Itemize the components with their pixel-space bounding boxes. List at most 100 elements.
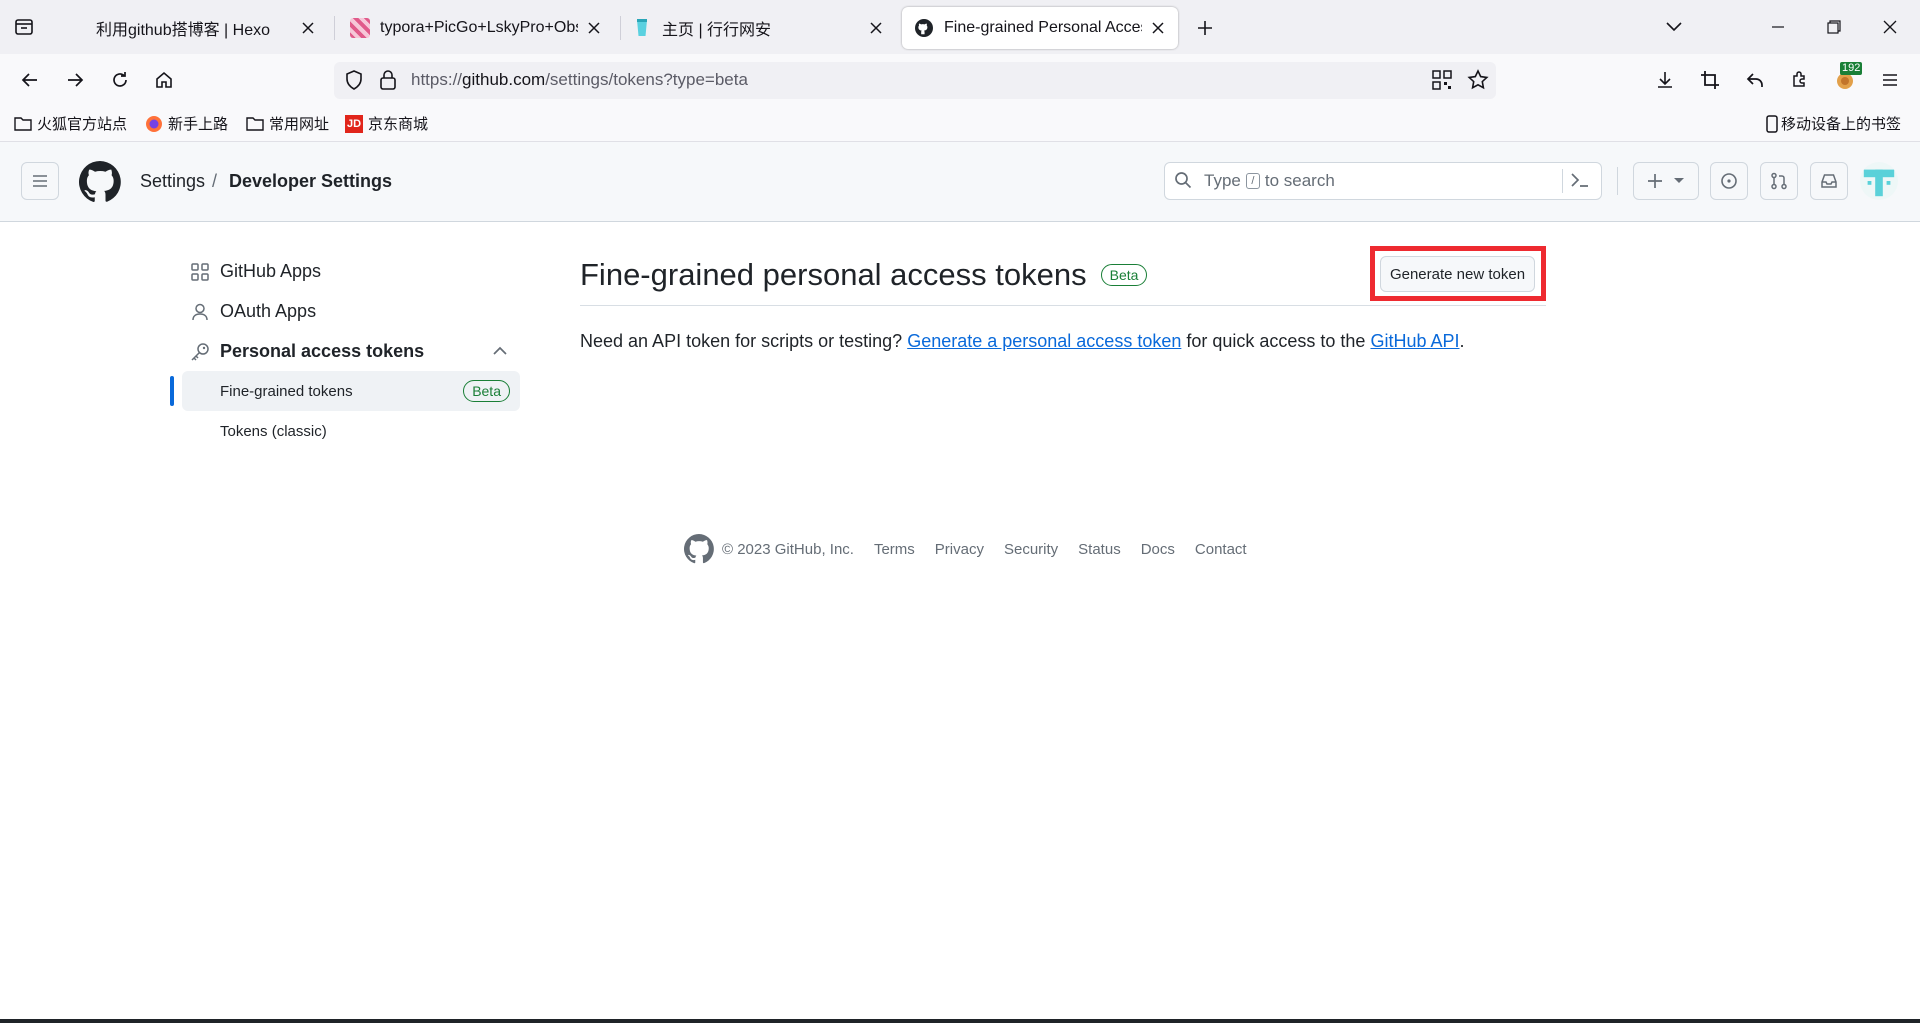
identicon-avatar-icon <box>1863 169 1895 197</box>
apps-grid-icon <box>190 262 210 282</box>
browser-tab-hexo[interactable]: 利用github搭博客 | Hexo <box>54 7 328 49</box>
close-tab-icon[interactable] <box>298 18 318 38</box>
title-divider <box>580 305 1546 306</box>
close-tab-icon[interactable] <box>866 18 886 38</box>
close-icon <box>1883 20 1897 34</box>
typora-favicon-icon <box>350 18 370 38</box>
qr-code-icon[interactable] <box>1431 69 1453 96</box>
highlight-annotation-box <box>1370 246 1546 301</box>
footer: © 2023 GitHub, Inc. Terms Privacy Securi… <box>684 534 1247 564</box>
bookmark-getting-started[interactable]: 新手上路 <box>145 113 228 134</box>
breadcrumb-separator: / <box>212 171 218 191</box>
reload-button[interactable] <box>105 65 135 95</box>
hamburger-menu-icon <box>1883 74 1897 86</box>
extension-badge: 192 <box>1840 62 1863 75</box>
inbox-button[interactable] <box>1810 162 1848 200</box>
firefox-icon <box>145 115 163 133</box>
lock-icon[interactable] <box>378 69 398 96</box>
beta-badge: Beta <box>1100 264 1148 286</box>
footer-link-privacy[interactable]: Privacy <box>935 541 984 558</box>
url-domain: github.com <box>462 70 546 89</box>
undo-button[interactable] <box>1740 65 1770 95</box>
screenshot-button[interactable] <box>1695 65 1725 95</box>
github-favicon-icon <box>914 18 934 38</box>
breadcrumb-settings[interactable]: Settings <box>140 171 205 192</box>
global-nav-menu-button[interactable] <box>21 162 59 200</box>
undo-arrow-icon <box>1746 73 1763 87</box>
bookmark-firefox-sites[interactable]: 火狐官方站点 <box>14 113 127 134</box>
mobile-bookmarks[interactable]: 移动设备上的书签 <box>1766 113 1901 134</box>
download-icon <box>1658 72 1672 88</box>
footer-link-contact[interactable]: Contact <box>1195 541 1247 558</box>
close-tab-icon[interactable] <box>1148 18 1168 38</box>
folder-icon <box>14 115 32 133</box>
jd-icon: JD <box>345 114 363 133</box>
sidebar-item-oauth-apps[interactable]: OAuth Apps <box>190 301 316 322</box>
back-button[interactable] <box>15 65 45 95</box>
downloads-button[interactable] <box>1650 65 1680 95</box>
description-part: for quick access to the <box>1181 331 1371 351</box>
footer-link-docs[interactable]: Docs <box>1141 541 1175 558</box>
minimize-button[interactable] <box>1762 12 1794 42</box>
create-new-button[interactable] <box>1633 162 1699 200</box>
sidebar-item-personal-access-tokens[interactable]: Personal access tokens <box>190 341 424 362</box>
plus-icon <box>1648 174 1662 188</box>
header-divider <box>1617 167 1618 195</box>
bookmark-common-sites[interactable]: 常用网址 <box>246 113 329 134</box>
bookmark-label: 常用网址 <box>269 116 330 133</box>
tracking-protection-shield-icon[interactable] <box>343 69 365 96</box>
search-placeholder-prefix: Type <box>1204 171 1241 190</box>
url-path: /settings/tokens?type=beta <box>545 70 748 89</box>
sidebar-item-tokens-classic[interactable]: Tokens (classic) <box>182 411 520 451</box>
extensions-button[interactable] <box>1785 65 1815 95</box>
tab-title: Fine-grained Personal Access <box>944 19 1142 36</box>
blank-favicon-icon <box>66 18 86 38</box>
forward-button[interactable] <box>60 65 90 95</box>
footer-copyright: © 2023 GitHub, Inc. <box>722 540 854 558</box>
extension-avatar-button[interactable]: 192 <box>1830 62 1863 95</box>
sidebar-item-label: OAuth Apps <box>220 301 317 321</box>
tab-list-button[interactable] <box>12 15 36 39</box>
url-text[interactable]: https://github.com/settings/tokens?type=… <box>411 70 748 90</box>
sidebar-item-github-apps[interactable]: GitHub Apps <box>190 261 321 282</box>
github-mark-icon <box>684 534 714 564</box>
footer-link-status[interactable]: Status <box>1078 541 1121 558</box>
pull-requests-button[interactable] <box>1760 162 1798 200</box>
search-placeholder: Type / to search <box>1204 171 1335 191</box>
command-palette-icon[interactable] <box>1570 171 1590 194</box>
page-title: Fine-grained personal access tokens Beta <box>580 257 1148 293</box>
home-button[interactable] <box>149 65 179 95</box>
generate-token-link[interactable]: Generate a personal access token <box>907 331 1181 351</box>
footer-link-terms[interactable]: Terms <box>874 541 915 558</box>
tab-title: typora+PicGo+LskyPro+Obsi <box>380 19 578 36</box>
browser-tab-github-active[interactable]: Fine-grained Personal Access <box>902 7 1178 49</box>
breadcrumb-developer-settings[interactable]: Developer Settings <box>229 171 392 192</box>
window-bottom-edge <box>0 1019 1920 1023</box>
description-part: . <box>1459 331 1465 351</box>
mobile-phone-icon <box>1766 114 1778 133</box>
chevron-up-icon[interactable] <box>492 343 508 364</box>
close-window-button[interactable] <box>1874 12 1906 42</box>
restore-button[interactable] <box>1818 12 1850 42</box>
bookmark-jd[interactable]: JD 京东商城 <box>345 113 428 134</box>
minimize-icon <box>1772 26 1784 28</box>
new-tab-button[interactable] <box>1192 15 1218 41</box>
footer-link-security[interactable]: Security <box>1004 541 1058 558</box>
issues-button[interactable] <box>1710 162 1748 200</box>
list-all-tabs-button[interactable] <box>1658 12 1690 42</box>
bookmark-star-icon[interactable] <box>1466 68 1490 97</box>
close-tab-icon[interactable] <box>584 18 604 38</box>
browser-tab-homepage[interactable]: 主页 | 行行网安 <box>620 7 896 49</box>
app-menu-button[interactable] <box>1875 65 1905 95</box>
bookmark-label: 新手上路 <box>168 116 229 133</box>
tab-title: 主页 | 行行网安 <box>662 22 772 39</box>
search-shortcut-key: / <box>1245 173 1260 189</box>
puzzle-icon <box>1793 71 1805 87</box>
arrow-right-icon <box>68 73 84 87</box>
reload-icon <box>113 72 127 87</box>
user-avatar[interactable] <box>1860 162 1898 200</box>
github-api-link[interactable]: GitHub API <box>1370 331 1459 351</box>
browser-tab-typora[interactable]: typora+PicGo+LskyPro+Obsi <box>338 7 614 49</box>
sidebar-item-fine-grained-tokens[interactable]: Fine-grained tokens Beta <box>182 371 520 411</box>
github-logo-icon[interactable] <box>78 161 121 208</box>
